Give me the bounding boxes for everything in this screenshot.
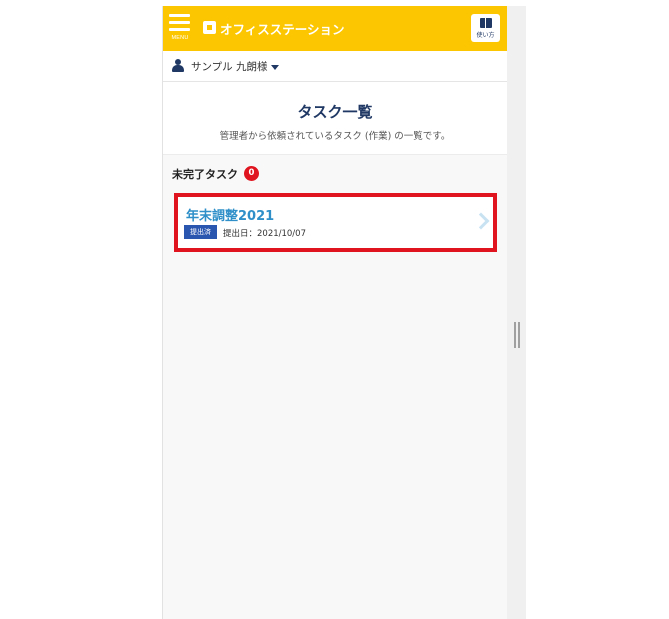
book-icon — [480, 18, 492, 28]
status-badge: 提出済 — [184, 225, 217, 239]
guide-label: 使い方 — [476, 32, 495, 39]
user-icon — [172, 59, 184, 72]
hamburger-icon-bar — [169, 14, 190, 17]
user-name: サンプル 九朗様 — [191, 61, 268, 73]
resize-handle[interactable] — [514, 322, 520, 348]
user-selector[interactable]: サンプル 九朗様 — [163, 51, 507, 82]
task-card[interactable]: 年末調整2021 提出済 提出日：2021/10/07 — [174, 193, 497, 252]
page-title-block: タスク一覧 管理者から依頼されているタスク (作業) の一覧です。 — [163, 82, 507, 155]
caret-down-icon[interactable] — [271, 65, 279, 70]
menu-label: MENU — [171, 35, 189, 41]
hamburger-icon-bar — [169, 21, 190, 24]
menu-button[interactable]: MENU — [169, 14, 191, 44]
pending-tasks-label: 未完了タスク — [172, 168, 238, 181]
app-header: MENU オフィスステーション 使い方 — [163, 6, 507, 51]
chevron-right-icon[interactable] — [472, 212, 490, 230]
user-icon-body — [172, 65, 184, 72]
app-logo-text: オフィスステーション — [220, 22, 345, 37]
guide-button[interactable]: 使い方 — [471, 14, 500, 42]
page-description: 管理者から依頼されているタスク (作業) の一覧です。 — [219, 131, 451, 142]
pending-count-badge: 0 — [244, 166, 259, 181]
task-title[interactable]: 年末調整2021 — [186, 205, 274, 224]
side-panel-strip — [507, 6, 526, 619]
office-station-logo-icon — [203, 21, 216, 34]
mobile-app-frame: MENU オフィスステーション 使い方 サンプル 九朗様 タスク一覧 管理者から… — [162, 6, 507, 619]
hamburger-icon-bar — [169, 28, 190, 31]
page-title: タスク一覧 — [297, 103, 373, 121]
submit-date: 提出日：2021/10/07 — [223, 229, 306, 239]
